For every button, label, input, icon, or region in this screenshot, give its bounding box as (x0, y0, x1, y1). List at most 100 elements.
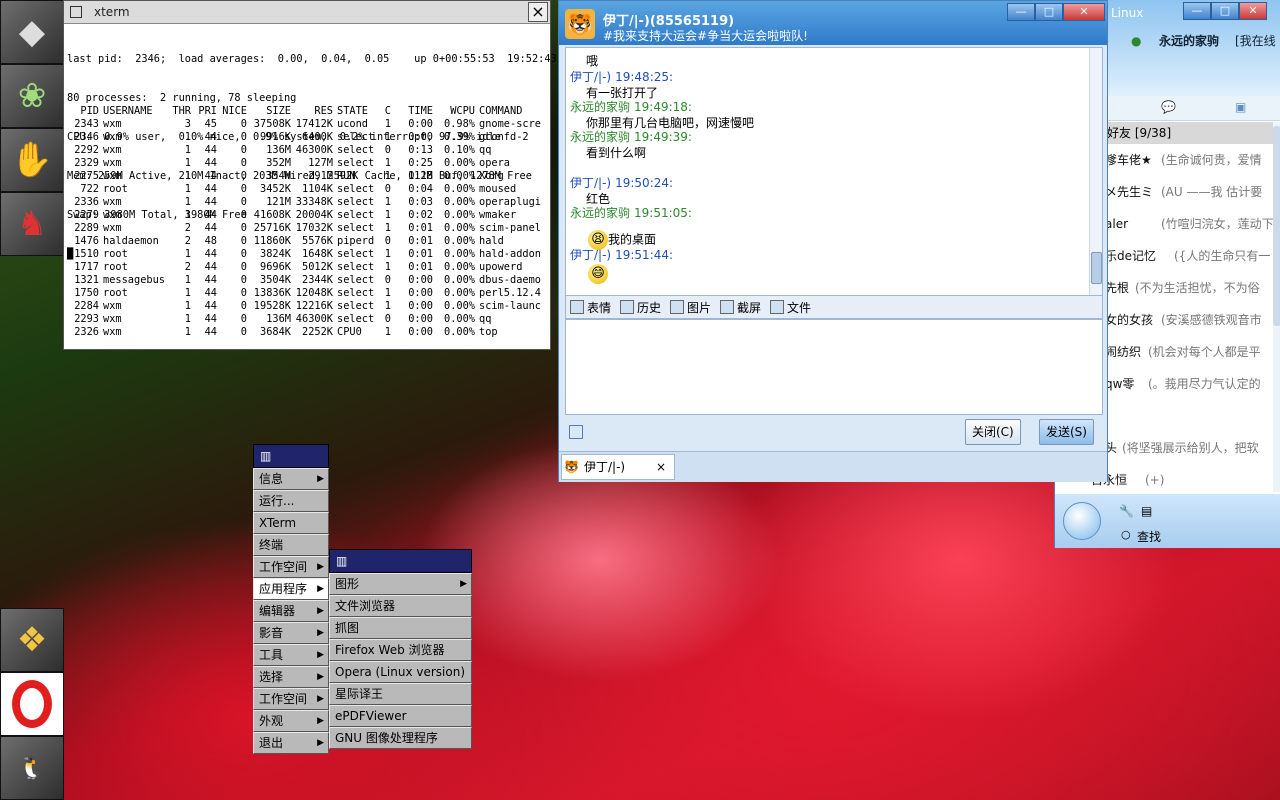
cell-pid: 1717 (74, 261, 99, 273)
app-box-icon[interactable]: ▤ (1141, 504, 1152, 518)
qq-main-close[interactable]: ✕ (1239, 2, 1267, 20)
toolbar-button[interactable]: 图片 (670, 299, 711, 316)
xterm-window[interactable]: xterm × last pid: 2346; load averages: 0… (63, 0, 557, 350)
hand-icon[interactable]: ✋ (0, 128, 64, 192)
cell-wcpu: 0.00% (444, 313, 475, 325)
cell-res: 1648K (302, 248, 333, 260)
root-menu-title[interactable]: ▥ (253, 444, 329, 468)
cell-cmd: top (479, 326, 498, 338)
submenu-item-label: 星际译王 (335, 687, 384, 701)
menu-item[interactable]: 选择 ▶ (253, 666, 329, 688)
cell-time: 0:04 (408, 183, 433, 195)
cell-pri: 44 (204, 300, 217, 312)
toolbar-button[interactable]: 截屏 (720, 299, 761, 316)
menu-item-label: 运行... (259, 494, 295, 508)
contact-avatar[interactable]: 🐯 (565, 9, 595, 39)
close-chat-button[interactable]: 关闭(C) (965, 419, 1021, 445)
linux-desktop-icon[interactable]: ❖ (0, 608, 64, 672)
menu-item[interactable]: 影音 ▶ (253, 622, 329, 644)
tools-icon[interactable]: 🔧 (1119, 504, 1134, 518)
summary-line: 80 processes: 2 running, 78 sleeping (67, 92, 297, 104)
chat-header[interactable]: 🐯 伊丁/|-)(85565119) #我来支持大运会#争当大运会啦啦队! — … (559, 1, 1107, 45)
cell-pri: 48 (204, 235, 217, 247)
message-header: 永远的家驹 19:49:18: (570, 98, 692, 115)
brain-icon[interactable]: ❀ (0, 64, 64, 128)
applications-submenu: ▥ 图形 ▶ 文件浏览器 抓图 Firefox Web 浏览器 Opera (Linux … (329, 549, 472, 749)
chat-bubble-icon[interactable]: 💬 (1161, 100, 1176, 114)
menu-item[interactable]: XTerm (253, 512, 329, 534)
menu-item[interactable]: 工作空间 ▶ (253, 688, 329, 710)
menu-item[interactable]: 应用程序 ▶ (253, 578, 329, 600)
cell-state: RUN (337, 170, 356, 182)
tab-close-icon[interactable]: × (656, 455, 666, 479)
friend-signature: (生命诚何贵，爱情 (1161, 153, 1262, 167)
menu-item-label: 影音 (259, 626, 284, 640)
submenu-item[interactable]: 星际译王 (329, 683, 472, 705)
cell-state: select (337, 248, 375, 260)
chat-scrollbar[interactable] (1089, 48, 1102, 296)
toolbar-button[interactable]: 表情 (570, 299, 611, 316)
friend-signature: (竹喧归浣女，莲动下渔 (1161, 217, 1273, 231)
cell-user: wxm (103, 170, 122, 182)
cell-res: 46300K (295, 144, 333, 156)
group-icon[interactable]: ▣ (1235, 100, 1246, 114)
chat-tab[interactable]: 🐯 伊丁/|-) × (561, 454, 675, 480)
opera-icon[interactable] (0, 672, 64, 736)
window-menu-icon[interactable] (70, 6, 82, 18)
friend-list-scrollbar[interactable] (1273, 122, 1280, 492)
friend-signature: (机会对每个人都是平 (1148, 345, 1261, 359)
chat-scroll-thumb[interactable] (1091, 252, 1102, 284)
input-settings-icon[interactable] (569, 425, 583, 439)
submenu-item[interactable]: Opera (Linux version) (329, 661, 472, 683)
toolbar-button[interactable]: 文件 (770, 299, 811, 316)
chat-close-button[interactable]: ✕ (1063, 3, 1105, 21)
search-label[interactable]: 查找 (1137, 528, 1161, 545)
chat-maximize-button[interactable]: □ (1035, 3, 1063, 21)
toolbar-button[interactable]: 历史 (620, 299, 661, 316)
cell-nice: NICE (222, 105, 247, 117)
message-time: 19:49:39: (634, 130, 692, 144)
submenu-item[interactable]: ePDFViewer (329, 705, 472, 727)
message-input[interactable] (565, 319, 1103, 415)
menu-item[interactable]: 信息 ▶ (253, 468, 329, 490)
qq-main-maximize[interactable]: □ (1211, 2, 1239, 20)
xterm-close-button[interactable]: × (528, 2, 548, 22)
submenu-item[interactable]: 抓图 (329, 617, 472, 639)
qq-chat-window[interactable]: 🐯 伊丁/|-)(85565119) #我来支持大运会#争当大运会啦啦队! — … (558, 0, 1108, 482)
qq-penguin-icon[interactable]: 🐧 (0, 736, 64, 800)
search-icon[interactable]: ○ (1121, 528, 1131, 541)
submenu-item[interactable]: Firefox Web 浏览器 (329, 639, 472, 661)
message-sender: 伊丁/|-) (570, 248, 612, 262)
picture-icon (670, 300, 684, 314)
cell-time: 0:02 (408, 209, 433, 221)
submenu-arrow-icon: ▶ (317, 562, 324, 572)
qq-main-minimize[interactable]: — (1183, 2, 1211, 20)
submenu-title[interactable]: ▥ (329, 549, 472, 573)
cell-c: 1 (384, 326, 391, 338)
screenshot-icon (720, 300, 734, 314)
chat-minimize-button[interactable]: — (1007, 3, 1035, 21)
submenu-item[interactable]: GNU 图像处理程序 (329, 727, 472, 749)
cell-pri: 44 (204, 144, 217, 156)
menu-item[interactable]: 退出 ▶ (253, 732, 329, 754)
daemon-icon[interactable]: ♞ (0, 192, 64, 256)
menu-item[interactable]: 运行... (253, 490, 329, 512)
wmaker-logo-icon[interactable]: ◆ (0, 0, 64, 64)
menu-item-label: 终端 (259, 538, 284, 552)
cell-wcpu: 0.10% (444, 144, 475, 156)
cell-thr: 1 (184, 144, 191, 156)
menu-item[interactable]: 外观 ▶ (253, 710, 329, 732)
online-status-icon[interactable]: ● (1131, 34, 1141, 48)
send-button[interactable]: 发送(S) (1039, 419, 1094, 445)
menu-item[interactable]: 编辑器 ▶ (253, 600, 329, 622)
menu-item[interactable]: 工具 ▶ (253, 644, 329, 666)
menu-item[interactable]: 终端 (253, 534, 329, 556)
qq-menu-button[interactable] (1063, 502, 1101, 540)
chat-history[interactable]: 哦伊丁/|-) 19:48:25: 有一张打开了 永远的家驹 19:49:18: 你那里有… (565, 47, 1103, 297)
message-time: 19:49:18: (634, 100, 692, 114)
submenu-item[interactable]: 文件浏览器 (329, 595, 472, 617)
xterm-titlebar[interactable]: xterm × (64, 1, 550, 24)
cell-pid: 2293 (74, 313, 99, 325)
menu-item[interactable]: 工作空间 ▶ (253, 556, 329, 578)
submenu-item[interactable]: 图形 ▶ (329, 573, 472, 595)
